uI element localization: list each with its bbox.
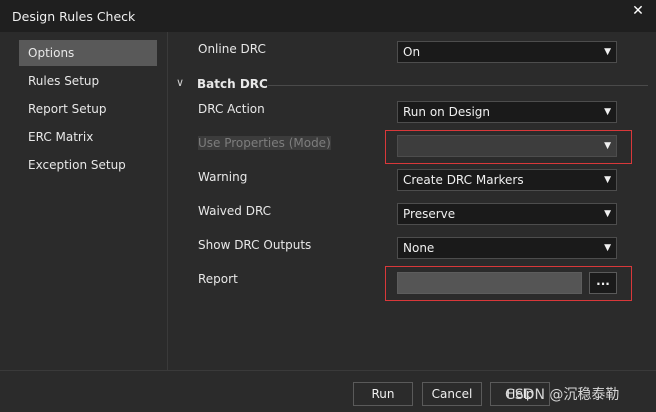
title-bar: Design Rules Check ✕ xyxy=(0,0,656,32)
close-icon[interactable]: ✕ xyxy=(628,2,648,20)
report-label: Report xyxy=(198,272,238,286)
dropdown-arrow-icon: ▼ xyxy=(604,243,611,253)
watermark-text: CSDN @沉稳泰勒 xyxy=(505,387,620,403)
waived-drc-label: Waived DRC xyxy=(198,204,272,218)
drc-action-value: Run on Design xyxy=(403,105,491,119)
sidebar-item-report-setup[interactable]: Report Setup xyxy=(19,96,157,122)
sidebar-item-exception-setup[interactable]: Exception Setup xyxy=(19,152,157,178)
warning-select[interactable]: Create DRC Markers ▼ xyxy=(397,169,617,191)
online-drc-value: On xyxy=(403,45,421,59)
show-drc-outputs-select[interactable]: None ▼ xyxy=(397,237,617,259)
batch-drc-section[interactable]: ∨ Batch DRC xyxy=(176,76,650,94)
run-button[interactable]: Run xyxy=(353,382,413,406)
section-divider xyxy=(268,85,648,86)
warning-label: Warning xyxy=(198,170,248,184)
show-drc-outputs-label: Show DRC Outputs xyxy=(198,238,312,252)
dropdown-arrow-icon: ▼ xyxy=(604,175,611,185)
dropdown-arrow-icon: ▼ xyxy=(604,209,611,219)
online-drc-select[interactable]: On ▼ xyxy=(397,41,617,63)
dropdown-arrow-icon: ▼ xyxy=(604,47,611,57)
waived-drc-value: Preserve xyxy=(403,207,456,221)
show-drc-outputs-value: None xyxy=(403,241,435,255)
drc-action-select[interactable]: Run on Design ▼ xyxy=(397,101,617,123)
sidebar-item-erc-matrix[interactable]: ERC Matrix xyxy=(19,124,157,150)
options-panel: Online DRC On ▼ ∨ Batch DRC DRC Action R… xyxy=(170,32,656,370)
warning-value: Create DRC Markers xyxy=(403,173,524,187)
drc-action-label: DRC Action xyxy=(198,102,265,116)
sidebar-item-options[interactable]: Options xyxy=(19,40,157,66)
highlight-box-report xyxy=(385,266,632,301)
online-drc-label: Online DRC xyxy=(198,42,266,56)
batch-drc-title: Batch DRC xyxy=(197,77,268,91)
window-title: Design Rules Check xyxy=(12,9,136,24)
sidebar: Options Rules Setup Report Setup ERC Mat… xyxy=(8,32,168,370)
use-properties-label: Use Properties (Mode) xyxy=(198,136,331,150)
dropdown-arrow-icon: ▼ xyxy=(604,107,611,117)
highlight-box-use-properties xyxy=(385,130,632,164)
cancel-button[interactable]: Cancel xyxy=(422,382,482,406)
sidebar-item-rules-setup[interactable]: Rules Setup xyxy=(19,68,157,94)
waived-drc-select[interactable]: Preserve ▼ xyxy=(397,203,617,225)
chevron-down-icon[interactable]: ∨ xyxy=(176,76,184,89)
